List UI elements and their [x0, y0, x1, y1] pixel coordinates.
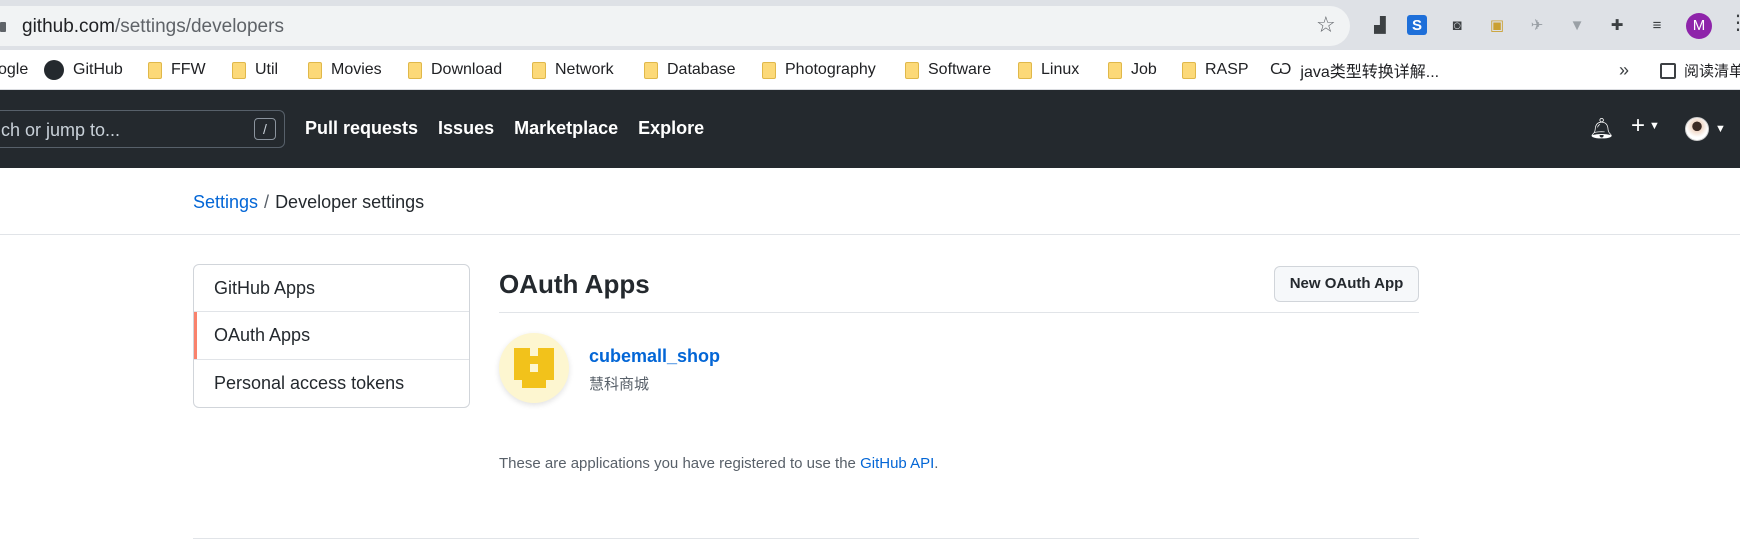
github-icon	[44, 60, 64, 80]
bookmark-google[interactable]: ogle	[0, 58, 28, 82]
breadcrumb-settings-link[interactable]: Settings	[193, 192, 258, 212]
search-placeholder: ch or jump to...	[1, 120, 121, 140]
folder-icon	[1182, 61, 1196, 79]
breadcrumb: Settings / Developer settings	[193, 192, 424, 213]
breadcrumb-separator: /	[264, 192, 270, 212]
bookmark-label: ogle	[0, 61, 29, 78]
folder-icon	[532, 61, 546, 79]
new-oauth-app-button[interactable]: New OAuth App	[1274, 266, 1419, 302]
bookmark-star-icon[interactable]: ☆	[1316, 12, 1336, 38]
bookmark-label: Util	[255, 61, 279, 78]
identicon-icon	[514, 348, 554, 388]
folder-icon	[762, 61, 776, 79]
bookmark-label: FFW	[171, 61, 206, 78]
link-icon: Ѡ	[1270, 61, 1292, 78]
bookmarks-bar: ogle GitHub FFW Util Movies Download Net…	[0, 50, 1740, 90]
bookmark-label: Network	[555, 61, 614, 78]
nav-issues[interactable]: Issues	[438, 118, 494, 139]
create-new-dropdown[interactable]: + ▼	[1631, 112, 1660, 140]
extension-vue-icon[interactable]: ▼	[1567, 15, 1587, 35]
folder-icon	[1018, 61, 1032, 79]
chevron-down-icon: ▼	[1715, 123, 1726, 135]
profile-avatar[interactable]: M	[1686, 13, 1712, 39]
bookmark-folder-network[interactable]: Network	[532, 58, 614, 82]
nav-explore[interactable]: Explore	[638, 118, 704, 139]
bookmark-folder-database[interactable]: Database	[644, 58, 736, 82]
bookmark-folder-download[interactable]: Download	[408, 58, 502, 82]
user-menu[interactable]: ▼	[1685, 117, 1726, 141]
browser-menu-icon[interactable]: ⋮	[1728, 13, 1740, 33]
menu-item-github-apps[interactable]: GitHub Apps	[194, 265, 469, 313]
app-name-link[interactable]: cubemall_shop	[589, 346, 720, 367]
folder-icon	[905, 61, 919, 79]
bookmark-label: GitHub	[73, 61, 123, 78]
bookmark-label: Download	[431, 61, 503, 78]
folder-icon	[408, 61, 422, 79]
help-note: These are applications you have register…	[499, 455, 939, 472]
divider	[499, 312, 1419, 313]
bookmark-folder-job[interactable]: Job	[1108, 58, 1157, 82]
github-api-link[interactable]: GitHub API	[860, 455, 934, 472]
bookmark-github[interactable]: GitHub	[44, 58, 123, 82]
reading-list[interactable]: 阅读清单	[1660, 60, 1740, 81]
extensions-puzzle-icon[interactable]: ✚	[1607, 15, 1627, 35]
extension-bird-icon[interactable]: ✈	[1527, 15, 1547, 35]
avatar	[1685, 117, 1709, 141]
divider	[193, 538, 1419, 539]
media-control-icon[interactable]: ≡	[1647, 15, 1667, 35]
chevron-down-icon: ▼	[1649, 120, 1660, 132]
breadcrumb-current: Developer settings	[275, 192, 425, 212]
reading-list-label: 阅读清单	[1684, 63, 1740, 80]
bookmark-label: Photography	[785, 61, 876, 78]
bookmark-label: RASP	[1205, 61, 1249, 78]
bookmark-label: Movies	[331, 61, 382, 78]
folder-icon	[644, 61, 658, 79]
more-bookmarks-icon[interactable]: »	[1619, 60, 1629, 81]
developer-settings-menu: GitHub Apps OAuth Apps Personal access t…	[193, 264, 470, 408]
lock-icon	[0, 22, 6, 32]
menu-item-oauth-apps[interactable]: OAuth Apps	[194, 312, 469, 360]
menu-item-personal-access-tokens[interactable]: Personal access tokens	[194, 360, 469, 407]
folder-icon	[308, 61, 322, 79]
folder-icon	[1108, 61, 1122, 79]
bookmark-label: Linux	[1041, 61, 1080, 78]
search-shortcut-badge: /	[254, 118, 276, 140]
extension-icon[interactable]: ▟	[1370, 15, 1390, 35]
app-description: 慧科商城	[589, 376, 650, 393]
extension-tampermonkey-icon[interactable]: ◙	[1447, 15, 1467, 35]
header-nav: Pull requests Issues Marketplace Explore	[305, 118, 704, 139]
bookmark-label: Database	[667, 61, 736, 78]
browser-toolbar: github.com/settings/developers ☆ ▟ S ◙ ▣…	[0, 0, 1740, 50]
bookmark-folder-util[interactable]: Util	[232, 58, 278, 82]
reading-list-icon	[1660, 62, 1676, 79]
bookmark-label: Job	[1131, 61, 1157, 78]
extension-s-icon[interactable]: S	[1407, 15, 1427, 35]
divider	[0, 234, 1740, 235]
nav-pull-requests[interactable]: Pull requests	[305, 118, 418, 139]
github-header: ch or jump to... / Pull requests Issues …	[0, 90, 1740, 168]
address-bar[interactable]: github.com/settings/developers ☆	[0, 6, 1350, 46]
page-title: OAuth Apps	[499, 269, 650, 299]
notification-bell-icon[interactable]: 🔔︎	[1589, 116, 1614, 140]
search-input[interactable]: ch or jump to... /	[0, 110, 285, 148]
app-avatar[interactable]	[499, 333, 569, 403]
plus-icon: +	[1631, 112, 1646, 139]
bookmark-label: java类型转换详解...	[1300, 64, 1440, 81]
bookmark-label: Software	[928, 61, 992, 78]
bookmark-folder-software[interactable]: Software	[905, 58, 991, 82]
nav-marketplace[interactable]: Marketplace	[514, 118, 618, 139]
folder-icon	[232, 61, 246, 79]
bookmark-folder-ffw[interactable]: FFW	[148, 58, 206, 82]
folder-icon	[148, 61, 162, 79]
bookmark-folder-linux[interactable]: Linux	[1018, 58, 1079, 82]
url-text[interactable]: github.com/settings/developers	[22, 16, 284, 38]
bookmark-java[interactable]: Ѡ java类型转换详解...	[1270, 58, 1439, 82]
bookmark-folder-rasp[interactable]: RASP	[1182, 58, 1249, 82]
extension-image-icon[interactable]: ▣	[1487, 15, 1507, 35]
bookmark-folder-photography[interactable]: Photography	[762, 58, 876, 82]
bookmark-folder-movies[interactable]: Movies	[308, 58, 382, 82]
